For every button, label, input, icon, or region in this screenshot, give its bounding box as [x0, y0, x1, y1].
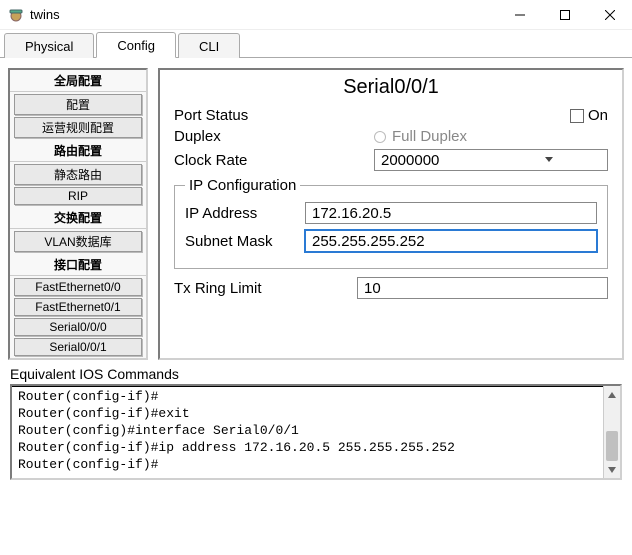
- window-title: twins: [30, 7, 497, 22]
- on-label: On: [588, 107, 608, 124]
- full-duplex-label: Full Duplex: [392, 128, 467, 145]
- clock-rate-label: Clock Rate: [174, 152, 374, 169]
- commands-heading: Equivalent IOS Commands: [10, 366, 622, 382]
- duplex-label: Duplex: [174, 128, 304, 145]
- scroll-thumb[interactable]: [606, 431, 618, 461]
- close-button[interactable]: [587, 0, 632, 29]
- clock-rate-dropdown[interactable]: 2000000: [374, 149, 608, 171]
- tx-ring-row: Tx Ring Limit: [174, 277, 608, 299]
- ip-address-label: IP Address: [185, 205, 305, 222]
- scroll-down-icon[interactable]: [604, 461, 620, 478]
- ip-config-legend: IP Configuration: [185, 177, 300, 194]
- tab-config[interactable]: Config: [96, 32, 176, 58]
- minimize-button[interactable]: [497, 0, 542, 29]
- sidebar-item-settings[interactable]: 配置: [14, 94, 142, 115]
- tab-physical[interactable]: Physical: [4, 33, 94, 58]
- tab-cli[interactable]: CLI: [178, 33, 240, 58]
- ip-config-group: IP Configuration IP Address Subnet Mask: [174, 177, 608, 269]
- commands-panel: Router(config-if)# Router(config-if)#exi…: [10, 384, 622, 480]
- ip-address-row: IP Address: [185, 202, 597, 224]
- port-status-checkbox[interactable]: [570, 109, 584, 123]
- router-icon: [8, 7, 24, 23]
- full-duplex-radio: [374, 131, 386, 143]
- port-status-row: Port Status On: [174, 107, 608, 124]
- chevron-down-icon: [491, 157, 607, 163]
- sidebar-item-vlan[interactable]: VLAN数据库: [14, 231, 142, 252]
- port-status-label: Port Status: [174, 107, 304, 124]
- main-area: 全局配置 配置 运营规则配置 路由配置 静态路由 RIP 交换配置 VLAN数据…: [0, 58, 632, 366]
- subnet-mask-row: Subnet Mask: [185, 230, 597, 252]
- sidebar-item-algorithm[interactable]: 运营规则配置: [14, 117, 142, 138]
- clock-rate-row: Clock Rate 2000000: [174, 149, 608, 171]
- subnet-mask-input[interactable]: [305, 230, 597, 252]
- sidebar-item-s001[interactable]: Serial0/0/1: [14, 338, 142, 356]
- config-panel: Serial0/0/1 Port Status On Duplex Full D…: [158, 68, 624, 360]
- maximize-button[interactable]: [542, 0, 587, 29]
- sidebar-header-global: 全局配置: [10, 70, 146, 92]
- sidebar-item-fe01[interactable]: FastEthernet0/1: [14, 298, 142, 316]
- commands-output[interactable]: Router(config-if)# Router(config-if)#exi…: [12, 386, 603, 478]
- scroll-up-icon[interactable]: [604, 386, 620, 403]
- sidebar-item-s000[interactable]: Serial0/0/0: [14, 318, 142, 336]
- tab-bar: Physical Config CLI: [0, 30, 632, 58]
- clock-rate-value: 2000000: [375, 152, 491, 169]
- sidebar-header-routing: 路由配置: [10, 140, 146, 162]
- scroll-track[interactable]: [604, 403, 620, 461]
- commands-scrollbar[interactable]: [603, 386, 620, 478]
- sidebar-item-fe00[interactable]: FastEthernet0/0: [14, 278, 142, 296]
- sidebar-header-switching: 交换配置: [10, 207, 146, 229]
- panel-title: Serial0/0/1: [174, 76, 608, 99]
- subnet-mask-label: Subnet Mask: [185, 233, 305, 250]
- sidebar-item-static[interactable]: 静态路由: [14, 164, 142, 185]
- sidebar-header-interface: 接口配置: [10, 254, 146, 276]
- ip-address-input[interactable]: [305, 202, 597, 224]
- window-titlebar: twins: [0, 0, 632, 30]
- duplex-row: Duplex Full Duplex: [174, 128, 608, 145]
- tx-ring-input[interactable]: [357, 277, 608, 299]
- tx-ring-label: Tx Ring Limit: [174, 280, 357, 297]
- sidebar: 全局配置 配置 运营规则配置 路由配置 静态路由 RIP 交换配置 VLAN数据…: [8, 68, 148, 360]
- sidebar-item-rip[interactable]: RIP: [14, 187, 142, 205]
